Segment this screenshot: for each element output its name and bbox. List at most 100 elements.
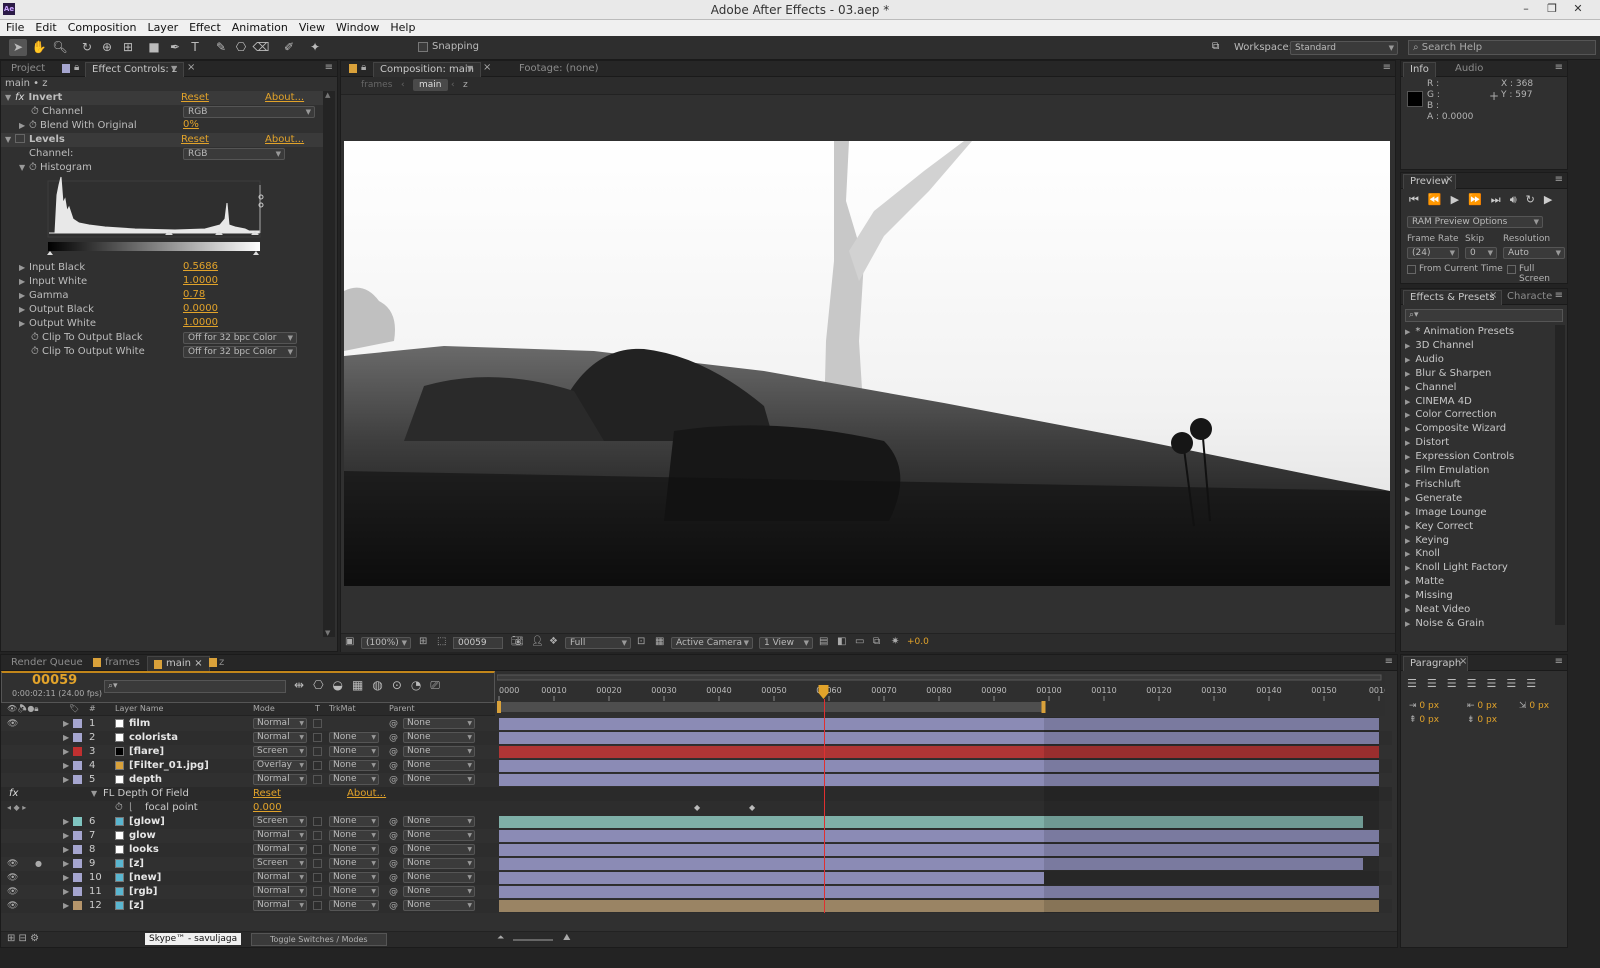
layer-duration-bar[interactable] — [499, 844, 1379, 856]
parent-dropdown[interactable]: None — [403, 732, 475, 743]
rotate-tool-icon[interactable]: ↻ — [78, 39, 96, 56]
panel-menu-icon[interactable]: ≡ — [1555, 62, 1563, 73]
transparency-grid-icon[interactable]: ▦ — [655, 636, 664, 647]
rectangle-tool-icon[interactable]: ■ — [145, 39, 163, 56]
expand-triangle-icon[interactable]: ▶ — [63, 899, 69, 913]
brainstorm-icon[interactable]: ◔ — [411, 678, 430, 692]
effects-category-item[interactable]: Knoll Light Factory — [1405, 561, 1507, 575]
camera-orbit-icon[interactable]: ⊕ — [98, 39, 116, 56]
camera-dropdown[interactable]: Active Camera — [671, 637, 753, 649]
ram-preview-dropdown[interactable]: RAM Preview Options — [1407, 216, 1543, 228]
effects-category-item[interactable]: Matte — [1405, 575, 1444, 589]
layer-row[interactable]: 👁︎ ▶ 12 [z] Normal None @ None — [1, 899, 1392, 913]
collapse-triangle-icon[interactable]: ▼ — [19, 161, 29, 175]
parent-pickwhip-icon[interactable]: @ — [389, 829, 398, 843]
eraser-tool-icon[interactable]: ⌫ — [252, 39, 270, 56]
hand-tool-icon[interactable]: ✋ — [30, 39, 48, 56]
effect-reset-link[interactable]: Reset — [253, 787, 281, 801]
levels-param-value[interactable]: 0.78 — [183, 289, 205, 300]
minimize-icon[interactable]: – — [1514, 2, 1538, 16]
parent-pickwhip-icon[interactable]: @ — [389, 871, 398, 885]
layer-duration-bar[interactable] — [499, 732, 1379, 744]
expand-triangle-icon[interactable]: ▶ — [19, 303, 29, 317]
shy-icon[interactable]: ◒ — [333, 678, 352, 692]
zoom-in-icon[interactable]: ⛰ — [563, 933, 571, 943]
eye-icon[interactable]: 👁︎ — [7, 899, 18, 913]
effects-search-input[interactable]: ⌕▾ — [1405, 309, 1563, 322]
parent-dropdown[interactable]: None — [403, 830, 475, 841]
panel-menu-icon[interactable]: ≡ — [1555, 174, 1563, 185]
effect-about-link[interactable]: About... — [347, 787, 386, 801]
brush-tool-icon[interactable]: ✎ — [212, 39, 230, 56]
menu-window[interactable]: Window — [330, 20, 384, 34]
toggle-pixel-aspect-icon[interactable]: ▤ — [819, 636, 828, 647]
tab-project[interactable]: Project — [5, 62, 51, 77]
effects-category-item[interactable]: Noise & Grain — [1405, 617, 1484, 631]
trkmat-dropdown[interactable]: None — [329, 886, 379, 897]
tab-close-icon[interactable]: × — [1459, 656, 1467, 667]
loop-icon[interactable]: ↻ — [1526, 193, 1544, 206]
layer-mode-dropdown[interactable]: Normal — [253, 830, 307, 841]
preserve-transparency-toggle[interactable] — [313, 747, 322, 756]
expand-triangle-icon[interactable]: ▶ — [19, 275, 29, 289]
layer-name[interactable]: [flare] — [129, 745, 164, 759]
last-frame-icon[interactable]: ⏭ — [1491, 193, 1510, 206]
flowchart-icon[interactable]: ⧉ — [873, 636, 880, 647]
always-preview-icon[interactable]: ▣ — [345, 636, 354, 647]
tab-main[interactable]: main × — [147, 656, 210, 671]
layer-name[interactable]: glow — [129, 829, 156, 843]
layer-mode-dropdown[interactable]: Screen — [253, 816, 307, 827]
histogram-graph[interactable] — [45, 175, 267, 257]
panel-menu-icon[interactable]: ≡ — [325, 62, 333, 73]
tab-close-icon[interactable]: × — [1489, 290, 1497, 301]
fx-toggle-icon[interactable] — [15, 134, 25, 143]
next-frame-icon[interactable]: ⏩ — [1468, 193, 1491, 206]
tab-close-icon[interactable]: × — [187, 62, 195, 73]
time-navigator[interactable] — [497, 674, 1382, 681]
layer-duration-bar[interactable] — [499, 858, 1363, 870]
indent-right-value[interactable]: 0 px — [1477, 701, 1497, 711]
expand-triangle-icon[interactable]: ▶ — [63, 857, 69, 871]
panel-menu-icon[interactable]: ≡ — [1555, 290, 1563, 301]
solo-icon[interactable]: ● — [35, 857, 42, 871]
show-snapshot-icon[interactable]: 👤︎ — [531, 636, 544, 647]
panel-menu-icon[interactable]: ≡ — [1383, 62, 1391, 73]
trkmat-dropdown[interactable]: None — [329, 872, 379, 883]
label-color-chip[interactable] — [73, 901, 82, 910]
collapse-triangle-icon[interactable]: ▼ — [91, 787, 97, 801]
preserve-transparency-toggle[interactable] — [313, 887, 322, 896]
fast-previews-icon[interactable]: ◧ — [837, 636, 846, 647]
expand-triangle-icon[interactable]: ▶ — [19, 119, 29, 133]
param-value[interactable]: 0.000 — [253, 801, 282, 815]
work-area-bar[interactable] — [497, 702, 1044, 712]
tab-footage[interactable]: Footage: (none) — [513, 62, 604, 77]
tab-dropdown-icon[interactable]: ▼ — [467, 64, 473, 73]
clip-white-dropdown[interactable]: Off for 32 bpc Color — [183, 346, 297, 358]
region-of-interest-icon[interactable]: ⊡ — [637, 636, 645, 647]
draft-3d-icon[interactable]: ⎔ — [313, 678, 332, 692]
expand-triangle-icon[interactable]: ▶ — [19, 261, 29, 275]
trkmat-dropdown[interactable]: None — [329, 774, 379, 785]
zoom-slider[interactable] — [513, 939, 553, 941]
play-icon[interactable]: ▶ — [1451, 193, 1468, 206]
zoom-tool-icon[interactable]: 🔍︎ — [51, 39, 69, 56]
effects-category-item[interactable]: Blur & Sharpen — [1405, 367, 1491, 381]
composition-viewer[interactable] — [344, 141, 1390, 586]
eye-icon[interactable]: 👁︎ — [7, 717, 18, 731]
label-color-chip[interactable] — [73, 733, 82, 742]
graph-editor-icon[interactable]: ⊙ — [392, 678, 411, 692]
effects-category-item[interactable]: Neat Video — [1405, 603, 1470, 617]
timeline-icon[interactable]: ▭ — [855, 636, 864, 647]
space-before-value[interactable]: 0 px — [1419, 715, 1439, 725]
layer-mode-dropdown[interactable]: Screen — [253, 858, 307, 869]
justify-left-icon[interactable]: ☰ — [1467, 677, 1487, 690]
preserve-transparency-toggle[interactable] — [313, 817, 322, 826]
parent-dropdown[interactable]: None — [403, 816, 475, 827]
layer-row[interactable]: 👁︎ ▶ 10 [new] Normal None @ None — [1, 871, 1392, 885]
layer-duration-bar[interactable] — [499, 816, 1363, 828]
expand-triangle-icon[interactable]: ▶ — [63, 745, 69, 759]
frame-blending-icon[interactable]: ▦ — [352, 678, 372, 692]
label-color-chip[interactable] — [73, 719, 82, 728]
search-help-input[interactable]: ⌕ Search Help — [1408, 40, 1596, 55]
expand-triangle-icon[interactable]: ▶ — [63, 773, 69, 787]
